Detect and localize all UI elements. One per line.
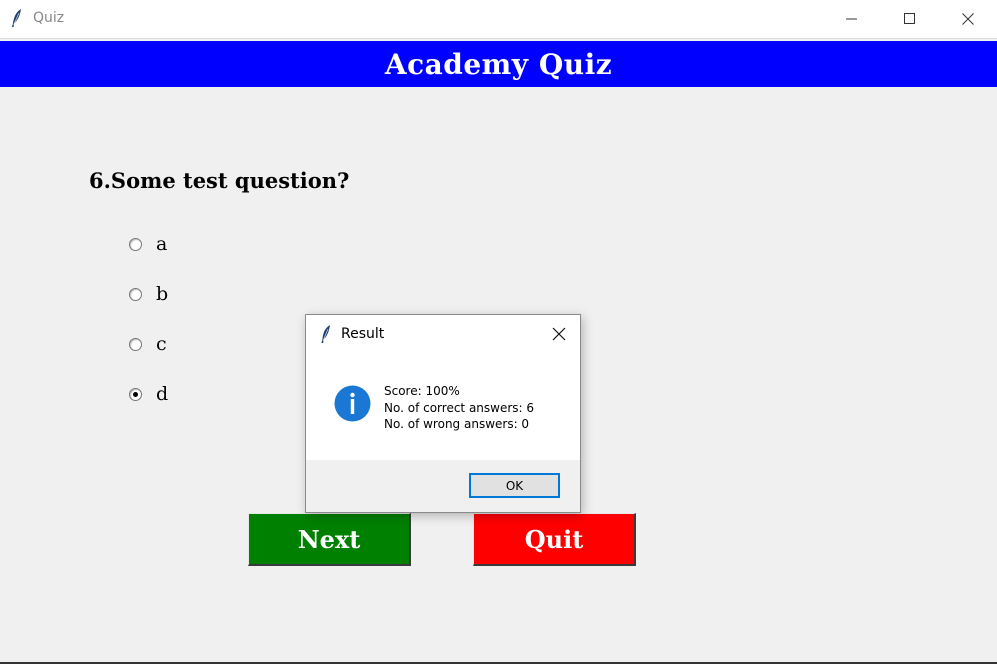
radio-button[interactable] bbox=[129, 387, 142, 401]
correct-answers-line: No. of correct answers: 6 bbox=[384, 400, 535, 415]
next-button[interactable]: Next bbox=[248, 513, 411, 566]
option-label: c bbox=[156, 333, 167, 355]
option-label: b bbox=[156, 283, 169, 305]
feather-icon bbox=[321, 325, 330, 343]
radio-button[interactable] bbox=[129, 337, 142, 351]
quit-button[interactable]: Quit bbox=[473, 513, 636, 566]
question-text: 6.Some test question? bbox=[89, 168, 350, 193]
minimize-icon bbox=[846, 18, 857, 20]
dialog-message: Score: 100% No. of correct answers: 6 No… bbox=[384, 383, 534, 433]
page-title: Academy Quiz bbox=[384, 47, 613, 81]
option-label: d bbox=[156, 383, 169, 405]
dialog-footer: OK bbox=[306, 460, 580, 512]
window-title: Quiz bbox=[33, 10, 65, 26]
ok-button[interactable]: OK bbox=[469, 473, 560, 498]
wrong-answers-line: No. of wrong answers: 0 bbox=[384, 417, 530, 431]
quit-button-label: Quit bbox=[524, 524, 584, 554]
dialog-titlebar: Result bbox=[306, 315, 580, 353]
maximize-button[interactable] bbox=[881, 0, 939, 38]
score-line: Score: 100% bbox=[384, 384, 460, 398]
result-dialog: Result Score: 100% No. of correct answer… bbox=[305, 314, 581, 513]
option-d[interactable]: d bbox=[129, 382, 168, 406]
info-icon bbox=[334, 385, 371, 422]
window-titlebar: Quiz bbox=[0, 0, 997, 39]
option-b[interactable]: b bbox=[129, 282, 168, 306]
close-window-button[interactable] bbox=[939, 0, 997, 38]
close-icon bbox=[962, 13, 974, 25]
feather-icon bbox=[12, 9, 21, 27]
option-c[interactable]: c bbox=[129, 332, 167, 356]
option-a[interactable]: a bbox=[129, 232, 167, 256]
radio-button[interactable] bbox=[129, 287, 142, 301]
dialog-title: Result bbox=[341, 326, 385, 342]
close-icon[interactable] bbox=[550, 325, 568, 343]
minimize-button[interactable] bbox=[823, 0, 881, 38]
option-label: a bbox=[156, 233, 168, 255]
header-banner: Academy Quiz bbox=[0, 41, 997, 87]
radio-button[interactable] bbox=[129, 237, 142, 251]
next-button-label: Next bbox=[297, 524, 361, 554]
maximize-icon bbox=[904, 13, 915, 24]
